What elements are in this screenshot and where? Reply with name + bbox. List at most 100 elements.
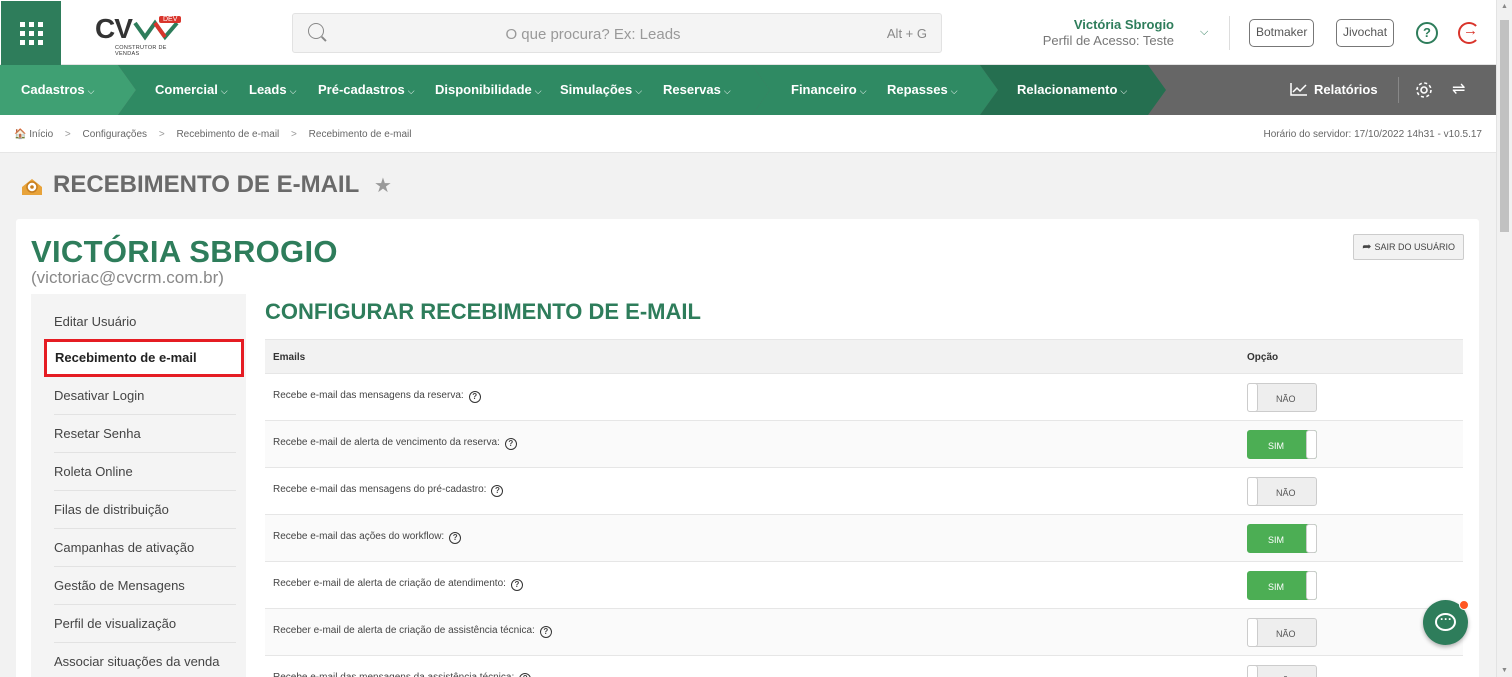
help-icon[interactable]: ? <box>1416 22 1438 44</box>
table-row: Recebe e-mail das mensagens da assistênc… <box>265 656 1463 677</box>
page-title: RECEBIMENTO DE E-MAIL <box>53 171 360 198</box>
breadcrumb-configuracoes[interactable]: Configurações <box>83 129 147 140</box>
menu-perfil-visualizacao[interactable]: Perfil de visualização <box>54 605 236 643</box>
toggle-knob <box>1247 383 1258 412</box>
toggle-knob <box>1306 524 1317 553</box>
nav-comercial[interactable]: Comercial ⌵ <box>155 65 228 115</box>
main-nav: Cadastros ⌵ Comercial ⌵ Leads ⌵ Pré-cadastr… <box>0 65 1496 115</box>
exit-user-button[interactable]: ➦ SAIR DO USUÁRIO <box>1353 234 1464 260</box>
server-time: Horário do servidor: 17/10/2022 14h31 - … <box>1263 129 1482 140</box>
toggle-knob <box>1247 665 1258 677</box>
menu-recebimento-email[interactable]: Recebimento de e-mail <box>44 339 244 377</box>
notification-dot <box>1459 600 1469 610</box>
option-toggle[interactable]: SIM <box>1247 430 1317 459</box>
help-circle-icon[interactable]: ? <box>491 485 504 497</box>
breadcrumb-current: Recebimento de e-mail <box>308 129 412 140</box>
scrollbar-thumb[interactable] <box>1500 20 1509 232</box>
option-toggle[interactable]: NÃO <box>1247 618 1317 647</box>
help-circle-icon[interactable]: ? <box>468 391 481 403</box>
botmaker-button[interactable]: Botmaker <box>1249 19 1315 47</box>
search-shortcut: Alt + G <box>886 26 927 41</box>
help-circle-icon[interactable]: ? <box>504 438 517 450</box>
option-toggle[interactable]: SIM <box>1247 571 1317 600</box>
nav-pre-cadastros[interactable]: Pré-cadastros ⌵ <box>318 65 415 115</box>
logo-badge: DEV <box>159 16 182 23</box>
row-label: Recebe e-mail das mensagens da assistênc… <box>273 672 532 677</box>
menu-associar-situacoes[interactable]: Associar situações da venda <box>54 643 236 677</box>
vertical-scrollbar[interactable]: ▲ ▼ <box>1496 0 1512 677</box>
swap-icon[interactable]: ⇌ <box>1452 79 1465 99</box>
chat-button[interactable] <box>1423 600 1469 645</box>
exit-user-label: SAIR DO USUÁRIO <box>1374 242 1455 252</box>
column-emails: Emails <box>273 352 306 363</box>
logo-text: CV <box>95 13 133 44</box>
nav-relacionamento[interactable]: Relacionamento ⌵ <box>1017 65 1127 115</box>
option-toggle[interactable]: NÃO <box>1247 665 1317 677</box>
user-email: (victoriac@cvcrm.com.br) <box>31 268 224 287</box>
row-label-text: Recebe e-mail das ações do workflow: <box>273 531 445 542</box>
breadcrumb-recebimento[interactable]: Recebimento de e-mail <box>176 129 279 140</box>
toggle-label: NÃO <box>1276 629 1296 639</box>
home-icon: 🏠 <box>14 129 27 140</box>
chevron-down-icon[interactable]: ⌵ <box>1200 26 1208 39</box>
nav-simulacoes[interactable]: Simulações ⌵ <box>560 65 642 115</box>
toggle-knob <box>1306 430 1317 459</box>
toggle-knob <box>1247 618 1258 647</box>
menu-desativar-login[interactable]: Desativar Login <box>54 377 236 415</box>
table-row: Receber e-mail de alerta de criação de a… <box>265 609 1463 656</box>
favorite-star-icon[interactable]: ★ <box>374 173 392 198</box>
row-label-text: Recebe e-mail das mensagens da reserva: <box>273 390 464 401</box>
menu-resetar-senha[interactable]: Resetar Senha <box>54 415 236 453</box>
menu-editar-usuario[interactable]: Editar Usuário <box>54 303 236 341</box>
nav-repasses[interactable]: Repasses ⌵ <box>887 65 958 115</box>
row-label: Recebe e-mail das mensagens do pré-cadas… <box>273 484 504 497</box>
table-body: Recebe e-mail das mensagens da reserva:?… <box>265 374 1463 677</box>
brand-logo[interactable]: CV DEV CONSTRUTOR DE VENDAS <box>95 13 190 57</box>
option-toggle[interactable]: SIM <box>1247 524 1317 553</box>
toggle-label: NÃO <box>1276 394 1296 404</box>
toggle-knob <box>1306 571 1317 600</box>
nav-cadastros[interactable]: Cadastros ⌵ <box>21 65 94 115</box>
nav-leads[interactable]: Leads ⌵ <box>249 65 296 115</box>
toggle-label: NÃO <box>1276 488 1296 498</box>
nav-reservas[interactable]: Reservas ⌵ <box>663 65 731 115</box>
nav-relatorios[interactable]: Relatórios <box>1290 65 1378 115</box>
menu-gestao-mensagens[interactable]: Gestão de Mensagens <box>54 567 236 605</box>
row-label-text: Receber e-mail de alerta de criação de a… <box>273 578 506 589</box>
breadcrumb-home[interactable]: Início <box>29 129 53 140</box>
apps-grid-icon[interactable] <box>1 1 61 65</box>
row-label-text: Receber e-mail de alerta de criação de a… <box>273 625 535 636</box>
logo-subtitle: CONSTRUTOR DE VENDAS <box>115 45 167 57</box>
scroll-down-icon[interactable]: ▼ <box>1501 667 1508 674</box>
menu-campanhas-ativacao[interactable]: Campanhas de ativação <box>54 529 236 567</box>
gear-icon[interactable] <box>1415 81 1433 99</box>
help-circle-icon[interactable]: ? <box>510 579 523 591</box>
scroll-up-icon[interactable]: ▲ <box>1501 3 1508 10</box>
breadcrumb: 🏠 Início > Configurações > Recebimento d… <box>0 115 1496 153</box>
global-search[interactable]: Alt + G <box>292 13 942 53</box>
user-heading: VICTÓRIA SBROGIO (victoriac@cvcrm.com.br… <box>31 234 338 288</box>
nav-financeiro[interactable]: Financeiro ⌵ <box>791 65 867 115</box>
section-title: CONFIGURAR RECEBIMENTO DE E-MAIL <box>265 299 701 324</box>
help-circle-icon[interactable]: ? <box>539 626 552 638</box>
help-circle-icon[interactable]: ? <box>449 532 462 544</box>
table-header: Emails Opção <box>265 339 1463 374</box>
option-toggle[interactable]: NÃO <box>1247 383 1317 412</box>
logout-icon[interactable] <box>1458 22 1480 44</box>
menu-filas-distribuicao[interactable]: Filas de distribuição <box>54 491 236 529</box>
user-menu[interactable]: Victória Sbrogio Perfil de Acesso: Teste <box>1043 17 1174 48</box>
nav-disponibilidade[interactable]: Disponibilidade ⌵ <box>435 65 542 115</box>
search-input[interactable] <box>333 22 853 46</box>
jivochat-button[interactable]: Jivochat <box>1336 19 1395 47</box>
help-circle-icon[interactable]: ? <box>519 673 532 677</box>
row-label: Receber e-mail de alerta de criação de a… <box>273 578 523 591</box>
column-opcao: Opção <box>1247 352 1279 363</box>
toggle-label: SIM <box>1268 441 1285 451</box>
toggle-label: SIM <box>1268 582 1285 592</box>
option-toggle[interactable]: NÃO <box>1247 477 1317 506</box>
table-row: Recebe e-mail das mensagens da reserva:?… <box>265 374 1463 421</box>
table-row: Recebe e-mail das mensagens do pré-cadas… <box>265 468 1463 515</box>
row-label: Recebe e-mail das ações do workflow:? <box>273 531 462 544</box>
menu-roleta-online[interactable]: Roleta Online <box>54 453 236 491</box>
chart-line-icon <box>1290 83 1307 96</box>
